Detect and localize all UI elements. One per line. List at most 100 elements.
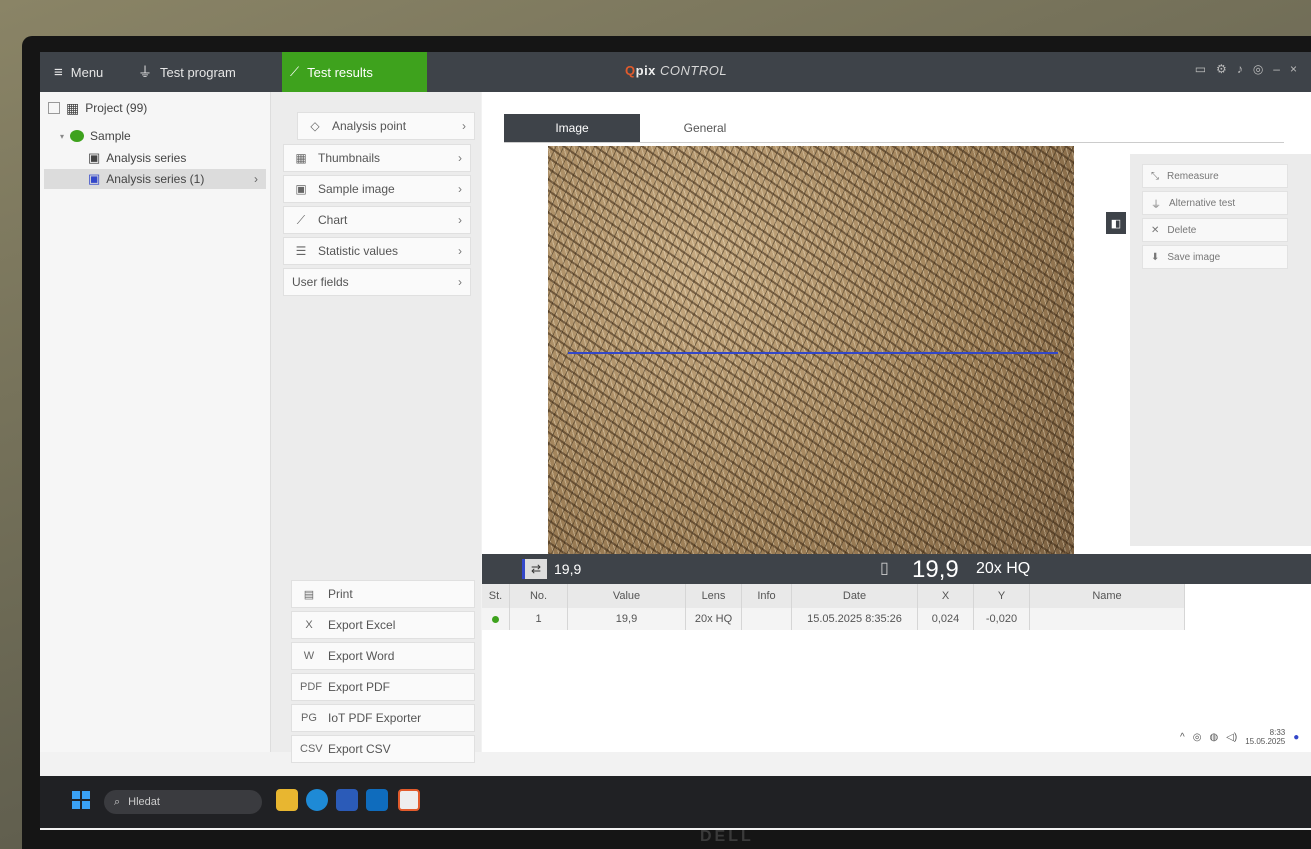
alternative-test-label: Alternative test: [1169, 197, 1236, 209]
logo-suffix: CONTROL: [660, 63, 728, 78]
chevron-right-icon: ›: [458, 275, 462, 289]
volume-icon[interactable]: ◁): [1226, 732, 1237, 743]
network-icon[interactable]: ◎: [1193, 732, 1202, 743]
small-result-value: 19,9: [554, 561, 582, 577]
checkbox[interactable]: [48, 102, 60, 114]
monitor-icon[interactable]: ▭: [1195, 62, 1206, 76]
table-row[interactable]: 1 19,9 20x HQ 15.05.2025 8:35:26 0,024 -0,020: [482, 608, 1185, 630]
tree-node-series-selected[interactable]: ▣ Analysis series (1) ›: [44, 169, 266, 189]
logo-brand: pix: [635, 63, 656, 78]
menu-sample-image[interactable]: ▣ Sample image ›: [283, 175, 471, 203]
export-word-label: Export Word: [328, 649, 395, 663]
chevron-right-icon: ›: [458, 244, 462, 258]
edge-browser-icon[interactable]: [306, 789, 328, 811]
alternative-test-button[interactable]: ⏚ Alternative test: [1142, 191, 1288, 215]
menu-thumbnails[interactable]: ▦ Thumbnails ›: [283, 144, 471, 172]
windows-start-icon[interactable]: [72, 791, 90, 809]
menu-button[interactable]: ≡ Menu: [54, 52, 124, 92]
file-explorer-icon[interactable]: [276, 789, 298, 811]
table-cell-y: -0,020: [974, 608, 1030, 630]
lens-value: 20x HQ: [976, 560, 1031, 577]
microstructure-image[interactable]: [548, 146, 1074, 554]
project-tree: ▦ Project (99) ▾ Sample ▣ Analysis serie…: [40, 92, 271, 752]
column-header[interactable]: St.: [482, 584, 510, 608]
chevron-right-icon: ›: [458, 151, 462, 165]
result-bar: ⇄ 19,9 ▯ 19,9 20x HQ: [482, 554, 1311, 584]
export-csv-label: Export CSV: [328, 742, 391, 756]
crosshair-icon: ◇: [310, 119, 320, 133]
globe-icon[interactable]: ◍: [1209, 732, 1218, 743]
column-header[interactable]: Date: [792, 584, 918, 608]
pdf-file-icon: PDF: [300, 681, 322, 693]
menu-user-fields[interactable]: User fields ›: [283, 268, 471, 296]
tree-node-sample[interactable]: ▾ Sample: [60, 126, 131, 146]
remeasure-button[interactable]: ⤡ Remeasure: [1142, 164, 1288, 188]
iot-file-icon: PG: [301, 712, 317, 724]
line-chart-icon: ⟋: [296, 212, 306, 227]
tab-image[interactable]: Image: [504, 114, 640, 142]
export-word-button[interactable]: W Export Word: [291, 642, 475, 670]
results-menu: ◇ Analysis point › ▦ Thumbnails › ▣ Samp…: [271, 92, 481, 763]
print-label: Print: [328, 587, 353, 601]
csv-file-icon: CSV: [300, 743, 323, 755]
export-csv-button[interactable]: CSV Export CSV: [291, 735, 475, 763]
panel-toggle-button[interactable]: ◧: [1106, 212, 1126, 234]
thumbnails-label: Thumbnails: [318, 151, 381, 165]
column-header[interactable]: No.: [510, 584, 568, 608]
user-icon[interactable]: ◎: [1253, 62, 1263, 76]
save-image-icon: ⬇: [1151, 251, 1160, 263]
column-header[interactable]: Info: [742, 584, 792, 608]
delete-button[interactable]: ✕ Delete: [1142, 218, 1288, 242]
series-label: Analysis series: [106, 151, 187, 165]
chevron-up-icon[interactable]: ^: [1180, 732, 1185, 743]
settings-icon[interactable]: ⚙: [1216, 62, 1227, 76]
help-icon[interactable]: ♪: [1237, 62, 1243, 76]
outlook-icon[interactable]: [366, 789, 388, 811]
panel-toggle-icon: ◧: [1110, 217, 1122, 230]
column-header[interactable]: Y: [974, 584, 1030, 608]
tree-node-project[interactable]: ▦ Project (99): [48, 98, 147, 118]
printer-icon: ▤: [303, 588, 315, 601]
tree-node-series[interactable]: ▣ Analysis series: [88, 148, 186, 168]
minimize-icon[interactable]: –: [1273, 62, 1280, 76]
remeasure-label: Remeasure: [1167, 170, 1219, 182]
print-button[interactable]: ▤ Print: [291, 580, 475, 608]
column-header[interactable]: X: [918, 584, 974, 608]
statistics-icon: ☰: [295, 244, 307, 258]
save-image-button[interactable]: ⬇ Save image: [1142, 245, 1288, 269]
clock[interactable]: 8:33 15.05.2025: [1245, 728, 1285, 746]
content-area: Image General ◧ ⤡ Remeasure ⏚ Alternativ…: [482, 92, 1311, 752]
table-cell-info: [742, 608, 792, 630]
iot-pdf-exporter-button[interactable]: PG IoT PDF Exporter: [291, 704, 475, 732]
ruler-icon: ⇄: [522, 559, 547, 579]
taskbar-search[interactable]: ⌕ Hledat: [104, 790, 262, 814]
statistic-values-label: Statistic values: [318, 244, 399, 258]
menu-analysis-point[interactable]: ◇ Analysis point ›: [297, 112, 475, 140]
notification-bell-icon[interactable]: ●: [1293, 732, 1299, 743]
table-header: St. No. Value Lens Info Date X Y Name: [482, 584, 1185, 608]
sample-icon: [70, 130, 85, 142]
menu-chart[interactable]: ⟋ Chart ›: [283, 206, 471, 234]
test-program-label: Test program: [160, 64, 236, 80]
table-body: 1 19,9 20x HQ 15.05.2025 8:35:26 0,024 -0,020: [482, 608, 1185, 630]
save-image-label: Save image: [1167, 251, 1221, 263]
analysis-point-label: Analysis point: [332, 119, 407, 133]
test-results-tab[interactable]: ⟋ Test results: [282, 52, 427, 92]
export-excel-button[interactable]: X Export Excel: [291, 611, 475, 639]
menu-statistic-values[interactable]: ☰ Statistic values ›: [283, 237, 471, 265]
qpix-app-icon[interactable]: [398, 789, 420, 811]
tab-general-label: General: [683, 121, 727, 135]
column-header[interactable]: Value: [568, 584, 686, 608]
action-panel: ⤡ Remeasure ⏚ Alternative test ✕ Delete …: [1130, 154, 1311, 546]
user-fields-label: User fields: [292, 275, 349, 289]
store-icon[interactable]: [336, 789, 358, 811]
column-header[interactable]: Name: [1030, 584, 1185, 608]
test-program-tab[interactable]: ⏚ Test program: [138, 52, 278, 92]
column-header[interactable]: Lens: [686, 584, 742, 608]
series-selected-icon: ▣: [88, 171, 101, 186]
export-excel-label: Export Excel: [328, 618, 396, 632]
export-pdf-button[interactable]: PDF Export PDF: [291, 673, 475, 701]
close-icon[interactable]: ×: [1290, 62, 1297, 76]
tab-general[interactable]: General: [640, 114, 770, 142]
microscope-icon: ⏚: [138, 64, 152, 80]
